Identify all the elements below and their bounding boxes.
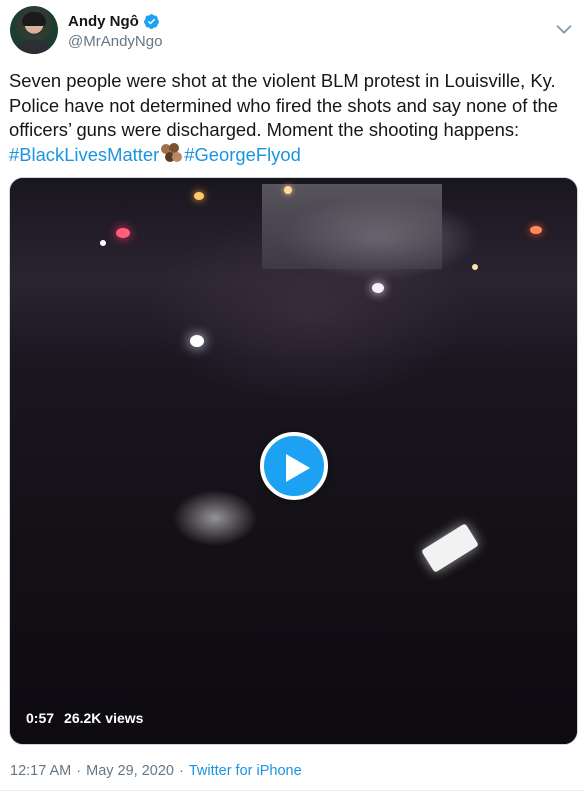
video-light [190,335,204,347]
verified-badge-icon [143,14,159,29]
avatar-hair [22,12,46,26]
tweet-body: Seven people were shot at the violent BL… [9,70,559,140]
tweet-time[interactable]: 12:17 AM [10,763,71,779]
tweet-source[interactable]: Twitter for iPhone [189,763,302,779]
video-light [530,226,542,234]
video-light [472,264,478,270]
footer-separator: · [76,763,82,779]
video-meta: 0:57 26.2K views [26,710,143,726]
display-name[interactable]: Andy Ngô [68,13,139,30]
video-light [284,186,292,194]
handle[interactable]: @MrAndyNgo [68,33,162,50]
raised-fists-emoji-icon [161,142,183,164]
tweet-header: Andy Ngô @MrAndyNgo [10,6,575,58]
tweet-text: Seven people were shot at the violent BL… [9,69,577,167]
video-views: 26.2K views [64,710,144,726]
video-light [194,192,204,200]
hashtag-george-flyod[interactable]: #GeorgeFlyod [184,144,301,165]
chevron-down-icon[interactable] [553,18,575,40]
play-icon [286,454,310,482]
video-building [262,184,442,269]
divider [0,790,583,791]
play-button[interactable] [260,432,328,500]
video-light [372,283,384,293]
hashtag-black-lives-matter[interactable]: #BlackLivesMatter [9,144,159,165]
tweet-date[interactable]: May 29, 2020 [86,763,174,779]
tweet-footer: 12:17 AM · May 29, 2020 · Twitter for iPhone [10,763,302,779]
avatar[interactable] [10,6,58,54]
video-light [100,240,106,246]
video-light [116,228,130,238]
name-row: Andy Ngô [68,13,160,30]
video-player[interactable]: 0:57 26.2K views [9,177,578,745]
footer-separator: · [178,763,184,779]
avatar-shirt [16,40,52,54]
video-duration: 0:57 [26,710,55,726]
